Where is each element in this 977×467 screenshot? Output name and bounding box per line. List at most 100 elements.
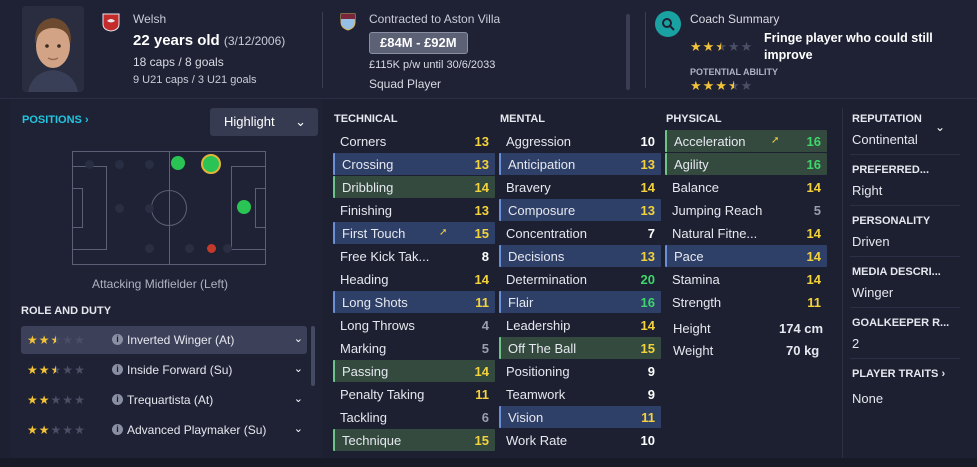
- attribute-value: 10: [640, 134, 655, 149]
- technical-attribute-row[interactable]: Tackling 6: [333, 406, 495, 428]
- divider: [842, 108, 843, 458]
- info-icon[interactable]: i: [112, 394, 123, 405]
- chevron-down-icon[interactable]: ⌄: [294, 392, 303, 405]
- mental-attribute-row[interactable]: Vision 11: [499, 406, 661, 428]
- preferred-foot-value: Right: [852, 183, 883, 198]
- mental-attribute-row[interactable]: Bravery 14: [499, 176, 661, 198]
- pitch-diagram: [72, 151, 266, 265]
- mental-attribute-row[interactable]: Aggression 10: [499, 130, 661, 152]
- attribute-value: 15: [640, 341, 655, 356]
- attribute-value: 14: [640, 318, 655, 333]
- star-icon: ★: [38, 333, 50, 347]
- star-icon: ★: [727, 39, 740, 54]
- header-scrollbar[interactable]: [626, 14, 630, 90]
- highlight-dropdown[interactable]: Highlight ⌄: [210, 108, 318, 136]
- physical-attribute-row[interactable]: Balance 14: [665, 176, 827, 198]
- physical-attribute-row[interactable]: Acceleration 16 ➚: [665, 130, 827, 152]
- attribute-value: 10: [640, 433, 655, 448]
- transfer-value-badge[interactable]: £84M - £92M: [369, 32, 468, 54]
- technical-attribute-row[interactable]: Crossing 13: [333, 153, 495, 175]
- mental-attribute-row[interactable]: Determination 20: [499, 268, 661, 290]
- chevron-down-icon: ⌄: [295, 114, 306, 129]
- position-dot-ineffective: [207, 244, 216, 253]
- trend-up-icon: ➚: [771, 135, 780, 146]
- chevron-down-icon[interactable]: ⌄: [294, 422, 303, 435]
- attribute-name: Finishing: [340, 203, 393, 218]
- attribute-name: Jumping Reach: [672, 203, 763, 218]
- star-icon: ★: [74, 333, 85, 347]
- attribute-name: Long Throws: [340, 318, 415, 333]
- club-badge-icon[interactable]: [340, 13, 356, 31]
- info-icon[interactable]: i: [112, 364, 123, 375]
- info-icon[interactable]: i: [112, 424, 123, 435]
- technical-attribute-row[interactable]: Technique 15: [333, 429, 495, 451]
- divider: [850, 307, 960, 308]
- half-star-icon: ★: [50, 363, 62, 377]
- position-dot-natural: [237, 200, 251, 214]
- attribute-value: 16: [806, 157, 821, 172]
- role-row[interactable]: ★ ★ ★ ★ ★ i Inverted Winger (At) ⌄: [21, 326, 307, 354]
- attribute-value: 9: [647, 364, 655, 379]
- attribute-name: Leadership: [506, 318, 571, 333]
- attribute-value: 5: [481, 341, 489, 356]
- mental-attribute-row[interactable]: Concentration 7: [499, 222, 661, 244]
- physical-attribute-row[interactable]: Strength 11: [665, 291, 827, 313]
- physical-attribute-row[interactable]: Stamina 14: [665, 268, 827, 290]
- search-icon[interactable]: [655, 11, 681, 37]
- role-row[interactable]: ★ ★ ★ ★ ★ i Trequartista (At) ⌄: [21, 386, 307, 414]
- physical-attribute-row[interactable]: Jumping Reach 5: [665, 199, 827, 221]
- mental-attribute-row[interactable]: Positioning 9: [499, 360, 661, 382]
- physical-attribute-row[interactable]: Pace 14: [665, 245, 827, 267]
- attribute-value: 13: [474, 157, 489, 172]
- mental-attribute-row[interactable]: Anticipation 13: [499, 153, 661, 175]
- attribute-value: 14: [806, 180, 821, 195]
- mental-attribute-row[interactable]: Composure 13: [499, 199, 661, 221]
- technical-attribute-row[interactable]: Penalty Taking 11: [333, 383, 495, 405]
- star-icon: ★: [50, 393, 62, 407]
- technical-attribute-row[interactable]: Marking 5: [333, 337, 495, 359]
- technical-attribute-row[interactable]: Dribbling 14: [333, 176, 495, 198]
- technical-attribute-row[interactable]: Corners 13: [333, 130, 495, 152]
- star-icon: ★: [74, 423, 85, 437]
- mental-attribute-row[interactable]: Off The Ball 15: [499, 337, 661, 359]
- star-icon: ★: [50, 423, 62, 437]
- technical-attribute-row[interactable]: Passing 14: [333, 360, 495, 382]
- technical-attribute-row[interactable]: First Touch 15 ➚: [333, 222, 495, 244]
- star-icon: ★: [690, 39, 702, 54]
- technical-attribute-row[interactable]: Finishing 13: [333, 199, 495, 221]
- role-row[interactable]: ★ ★ ★ ★ ★ i Inside Forward (Su) ⌄: [21, 356, 307, 384]
- attribute-value: 13: [474, 134, 489, 149]
- physical-attribute-row[interactable]: Agility 16: [665, 153, 827, 175]
- attribute-value: 14: [806, 272, 821, 287]
- chevron-down-icon[interactable]: ⌄: [294, 362, 303, 375]
- attribute-name: Determination: [506, 272, 587, 287]
- mental-attribute-row[interactable]: Decisions 13: [499, 245, 661, 267]
- personality-value: Driven: [852, 234, 890, 249]
- attribute-value: 16: [806, 134, 821, 149]
- chevron-down-icon[interactable]: ⌄: [294, 332, 303, 345]
- position-dot: [145, 204, 154, 213]
- technical-attribute-row[interactable]: Long Throws 4: [333, 314, 495, 336]
- technical-attribute-row[interactable]: Free Kick Tak... 8: [333, 245, 495, 267]
- attribute-value: 15: [474, 226, 489, 241]
- mental-attribute-row[interactable]: Teamwork 9: [499, 383, 661, 405]
- attribute-name: Penalty Taking: [340, 387, 425, 402]
- star-icon: ★: [740, 39, 753, 54]
- star-icon: ★: [715, 78, 727, 93]
- technical-attribute-row[interactable]: Long Shots 11: [333, 291, 495, 313]
- position-dot-selected: [201, 154, 221, 174]
- attribute-value: 11: [475, 387, 489, 402]
- technical-attribute-row[interactable]: Heading 14: [333, 268, 495, 290]
- mental-attribute-row[interactable]: Flair 16: [499, 291, 661, 313]
- physical-attribute-row[interactable]: Natural Fitne... 14: [665, 222, 827, 244]
- positions-link[interactable]: POSITIONS ›: [22, 114, 89, 126]
- player-traits-link[interactable]: PLAYER TRAITS ›: [852, 368, 945, 380]
- roles-scrollbar[interactable]: [311, 326, 315, 386]
- goalkeeper-rating-value: 2: [852, 336, 860, 351]
- mental-attribute-row[interactable]: Work Rate 10: [499, 429, 661, 451]
- mental-attribute-row[interactable]: Leadership 14: [499, 314, 661, 336]
- info-icon[interactable]: i: [112, 334, 123, 345]
- role-row[interactable]: ★ ★ ★ ★ ★ i Advanced Playmaker (Su) ⌄: [21, 416, 307, 444]
- chevron-down-icon[interactable]: ⌄: [935, 120, 945, 134]
- attribute-name: Off The Ball: [508, 341, 577, 356]
